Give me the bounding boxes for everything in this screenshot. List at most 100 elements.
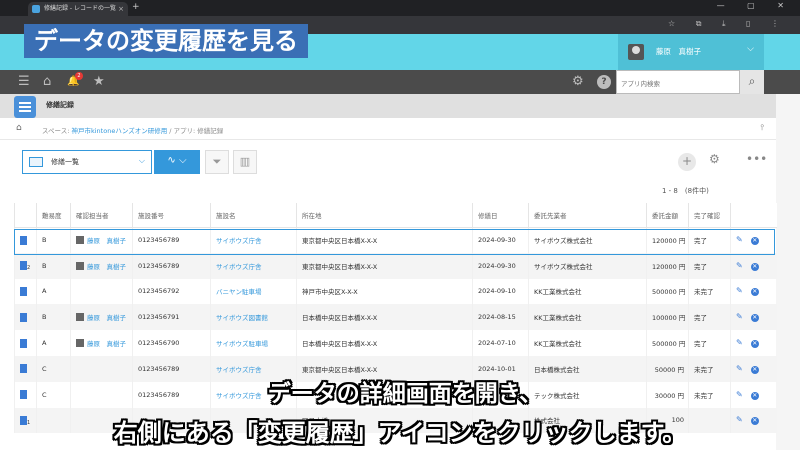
graph-view-button[interactable]: ∿ ⌵ — [154, 150, 200, 174]
record-detail-icon[interactable] — [20, 364, 27, 374]
pin-icon[interactable]: ⫯ — [761, 123, 764, 133]
user-icon — [76, 236, 84, 245]
table-view-icon — [29, 157, 43, 167]
add-record-button[interactable]: + — [678, 153, 696, 171]
breadcrumb-app-name: 修繕記録 — [197, 127, 224, 135]
search-button[interactable]: ⌕ — [740, 70, 764, 94]
column-header[interactable]: 委託先業者 — [528, 203, 647, 228]
table-row[interactable]: A 0123456792 バニヤン駐車場 神戸市中央区X-X-X 2024-09-10 K… — [14, 278, 777, 305]
filter-button[interactable]: ⏷ — [205, 150, 229, 174]
delete-icon[interactable]: ✕ — [750, 340, 759, 349]
record-detail-icon[interactable] — [20, 235, 27, 245]
repair-date: 2024-10-01 — [478, 364, 516, 373]
delete-icon[interactable]: ✕ — [750, 314, 759, 323]
person-link[interactable]: 藤原 真樹子 — [87, 263, 126, 271]
tab-title: 修繕記録 - レコードの一覧 — [44, 5, 116, 12]
app-list-icon[interactable] — [14, 96, 36, 118]
delete-icon[interactable]: ✕ — [750, 237, 759, 246]
browser-tab-strip: 修繕記録 - レコードの一覧 × + — ▢ ✕ — [0, 0, 800, 16]
user-avatar-icon — [628, 44, 644, 60]
address: 神戸市中央区X-X-X — [302, 288, 358, 297]
table-row[interactable]: B 藤原 真樹子 0123456789 サイボウズ庁舎 東京都中央区日本橋X-X-X 20… — [14, 227, 777, 253]
edit-icon[interactable]: ✎ — [736, 312, 743, 321]
column-header[interactable]: 委託金額 — [646, 203, 689, 228]
address: 日本橋中央区日本橋X-X-X — [302, 340, 378, 349]
edit-icon[interactable]: ✎ — [736, 364, 743, 373]
person-link[interactable]: 藤原 真樹子 — [87, 314, 126, 322]
search-icon: ⌕ — [748, 74, 756, 88]
caption-line-1: データの詳細画面を開き、 — [267, 381, 543, 407]
chevron-down-icon[interactable]: ⌵ — [747, 44, 754, 54]
browser-tab[interactable]: 修繕記録 - レコードの一覧 × — [28, 2, 128, 16]
table-row[interactable]: B 藤原 真樹子 0123456791 サイボウズ図書館 日本橋中央区日本橋X-X-X 2… — [14, 304, 777, 331]
window-controls[interactable]: — ▢ ✕ — [717, 1, 794, 10]
tab-close-icon[interactable]: × — [118, 2, 124, 16]
person-link[interactable]: 藤原 真樹子 — [87, 237, 126, 245]
difficulty: A — [42, 287, 47, 296]
column-header[interactable]: 施設番号 — [132, 203, 211, 228]
difficulty: B — [42, 236, 47, 245]
table-header-row: 難易度 確認担当者 施設番号 施設名 所在地 修繕日 委託先業者 委託金額 完了確認 — [14, 203, 777, 228]
breadcrumb-home-icon[interactable]: ⌂ — [16, 123, 22, 133]
user-menu[interactable]: 藤原 真樹子 ⌵ — [618, 34, 764, 70]
column-header[interactable]: 所在地 — [296, 203, 473, 228]
facility-link[interactable]: サイボウズ庁舎 — [216, 237, 262, 245]
view-selector[interactable]: 修繕一覧 ⌵ — [22, 150, 152, 174]
difficulty: B — [42, 261, 47, 270]
menu-icon[interactable]: ☰ — [18, 74, 30, 90]
column-header[interactable]: 難易度 — [36, 203, 71, 228]
delete-icon[interactable]: ✕ — [750, 288, 759, 297]
facility-number: 0123456789 — [138, 236, 180, 245]
column-header[interactable]: 完了確認 — [688, 203, 731, 228]
person-link[interactable]: 藤原 真樹子 — [87, 340, 126, 348]
user-name: 藤原 真樹子 — [656, 47, 701, 56]
gear-icon[interactable]: ⚙ — [572, 74, 584, 90]
column-header[interactable]: 確認担当者 — [70, 203, 133, 228]
record-detail-icon[interactable] — [20, 261, 27, 271]
column-header[interactable]: 修繕日 — [472, 203, 529, 228]
facility-link[interactable]: サイボウズ庁舎 — [216, 366, 262, 374]
edit-icon[interactable]: ✎ — [736, 235, 743, 244]
facility-link[interactable]: サイボウズ庁舎 — [216, 263, 262, 271]
amount: 50000 円 — [654, 365, 684, 374]
completion-status: 未完了 — [694, 288, 714, 297]
amount: 500000 円 — [652, 340, 686, 349]
facility-link[interactable]: サイボウズ図書館 — [216, 314, 268, 322]
column-header[interactable]: 施設名 — [210, 203, 297, 228]
breadcrumb-app-prefix: / アプリ: — [167, 127, 198, 135]
edit-icon[interactable]: ✎ — [736, 286, 743, 295]
app-settings-button[interactable]: ⚙ — [709, 152, 720, 166]
delete-icon[interactable]: ✕ — [750, 365, 759, 374]
notification-badge: 2 — [75, 72, 83, 80]
breadcrumb-space-link[interactable]: 神戸市kintoneハンズオン研修用 — [71, 127, 167, 135]
chart-button[interactable]: ▥ — [233, 150, 257, 174]
table-row[interactable]: A 藤原 真樹子 0123456790 サイボウズ駐車場 日本橋中央区日本橋X-X-X 2… — [14, 330, 777, 356]
chevron-down-icon: ⌵ — [138, 156, 145, 165]
app-name: 修繕記録 — [46, 101, 74, 109]
table-row[interactable]: 2 B 藤原 真樹子 0123456789 サイボウズ庁舎 東京都中央区日本橋X-X-X 2… — [14, 252, 777, 279]
home-icon[interactable]: ⌂ — [43, 74, 51, 90]
facility-link[interactable]: サイボウズ駐車場 — [216, 340, 268, 348]
record-detail-icon[interactable] — [20, 286, 27, 296]
tab-favicon-icon — [32, 5, 40, 13]
edit-icon[interactable]: ✎ — [736, 261, 743, 270]
address: 東京都中央区日本橋X-X-X — [302, 262, 378, 271]
amount: 100000 円 — [652, 314, 686, 323]
difficulty: A — [42, 339, 47, 348]
help-icon[interactable]: ? — [597, 75, 611, 89]
app-search-input[interactable] — [617, 73, 739, 95]
repair-date: 2024-08-15 — [478, 313, 516, 322]
facility-link[interactable]: バニヤン駐車場 — [216, 288, 262, 296]
app-search-box — [616, 70, 740, 95]
view-name: 修繕一覧 — [51, 158, 79, 166]
more-options-button[interactable]: ••• — [746, 152, 767, 166]
record-detail-icon[interactable] — [20, 338, 27, 348]
record-detail-icon[interactable] — [20, 312, 27, 322]
facility-number: 0123456792 — [138, 287, 180, 296]
new-tab-button[interactable]: + — [132, 2, 140, 12]
delete-icon[interactable]: ✕ — [750, 262, 759, 271]
edit-icon[interactable]: ✎ — [736, 338, 743, 347]
completion-status: 完了 — [694, 314, 707, 323]
star-icon[interactable]: ★ — [93, 74, 105, 90]
browser-toolbar-icons[interactable]: ☆ ⧉ ⤓ ▯ ⋮ — [668, 19, 788, 29]
